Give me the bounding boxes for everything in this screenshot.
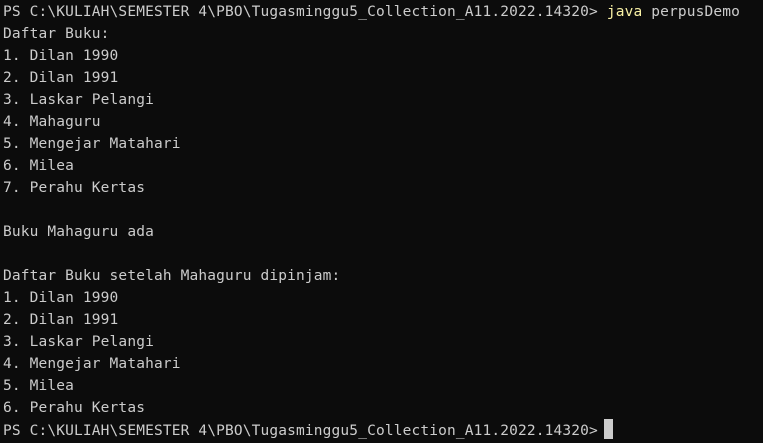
- output-line: 7. Perahu Kertas: [3, 180, 146, 196]
- output-line: 5. Milea: [3, 378, 75, 394]
- command-args: perpusDemo: [651, 4, 741, 20]
- terminal-window[interactable]: PS C:\KULIAH\SEMESTER 4\PBO\Tugasminggu5…: [0, 0, 763, 443]
- output-line: 5. Mengejar Matahari: [3, 136, 181, 152]
- output-line: 2. Dilan 1991: [3, 312, 119, 328]
- output-line: Buku Mahaguru ada: [3, 224, 154, 240]
- output-line: 4. Mahaguru: [3, 114, 101, 130]
- output-line: 6. Milea: [3, 158, 75, 174]
- output-line: 1. Dilan 1990: [3, 48, 119, 64]
- prompt-text: PS C:\KULIAH\SEMESTER 4\PBO\Tugasminggu5…: [3, 4, 598, 20]
- output-line: Daftar Buku:: [3, 26, 110, 42]
- output-line: Daftar Buku setelah Mahaguru dipinjam:: [3, 268, 341, 284]
- program-output: Daftar Buku: 1. Dilan 1990 2. Dilan 1991 3.…: [3, 23, 763, 419]
- output-line: 3. Laskar Pelangi: [3, 334, 154, 350]
- output-line: 2. Dilan 1991: [3, 70, 119, 86]
- final-prompt-line[interactable]: PS C:\KULIAH\SEMESTER 4\PBO\Tugasminggu5…: [3, 419, 763, 441]
- final-prompt-text: PS C:\KULIAH\SEMESTER 4\PBO\Tugasminggu5…: [3, 423, 598, 439]
- text-cursor: [603, 419, 613, 439]
- output-line: 1. Dilan 1990: [3, 290, 119, 306]
- command-name: java: [606, 4, 643, 20]
- output-line: 4. Mengejar Matahari: [3, 356, 181, 372]
- output-line: 3. Laskar Pelangi: [3, 92, 154, 108]
- command-line: PS C:\KULIAH\SEMESTER 4\PBO\Tugasminggu5…: [3, 1, 763, 23]
- output-line: 6. Perahu Kertas: [3, 400, 146, 416]
